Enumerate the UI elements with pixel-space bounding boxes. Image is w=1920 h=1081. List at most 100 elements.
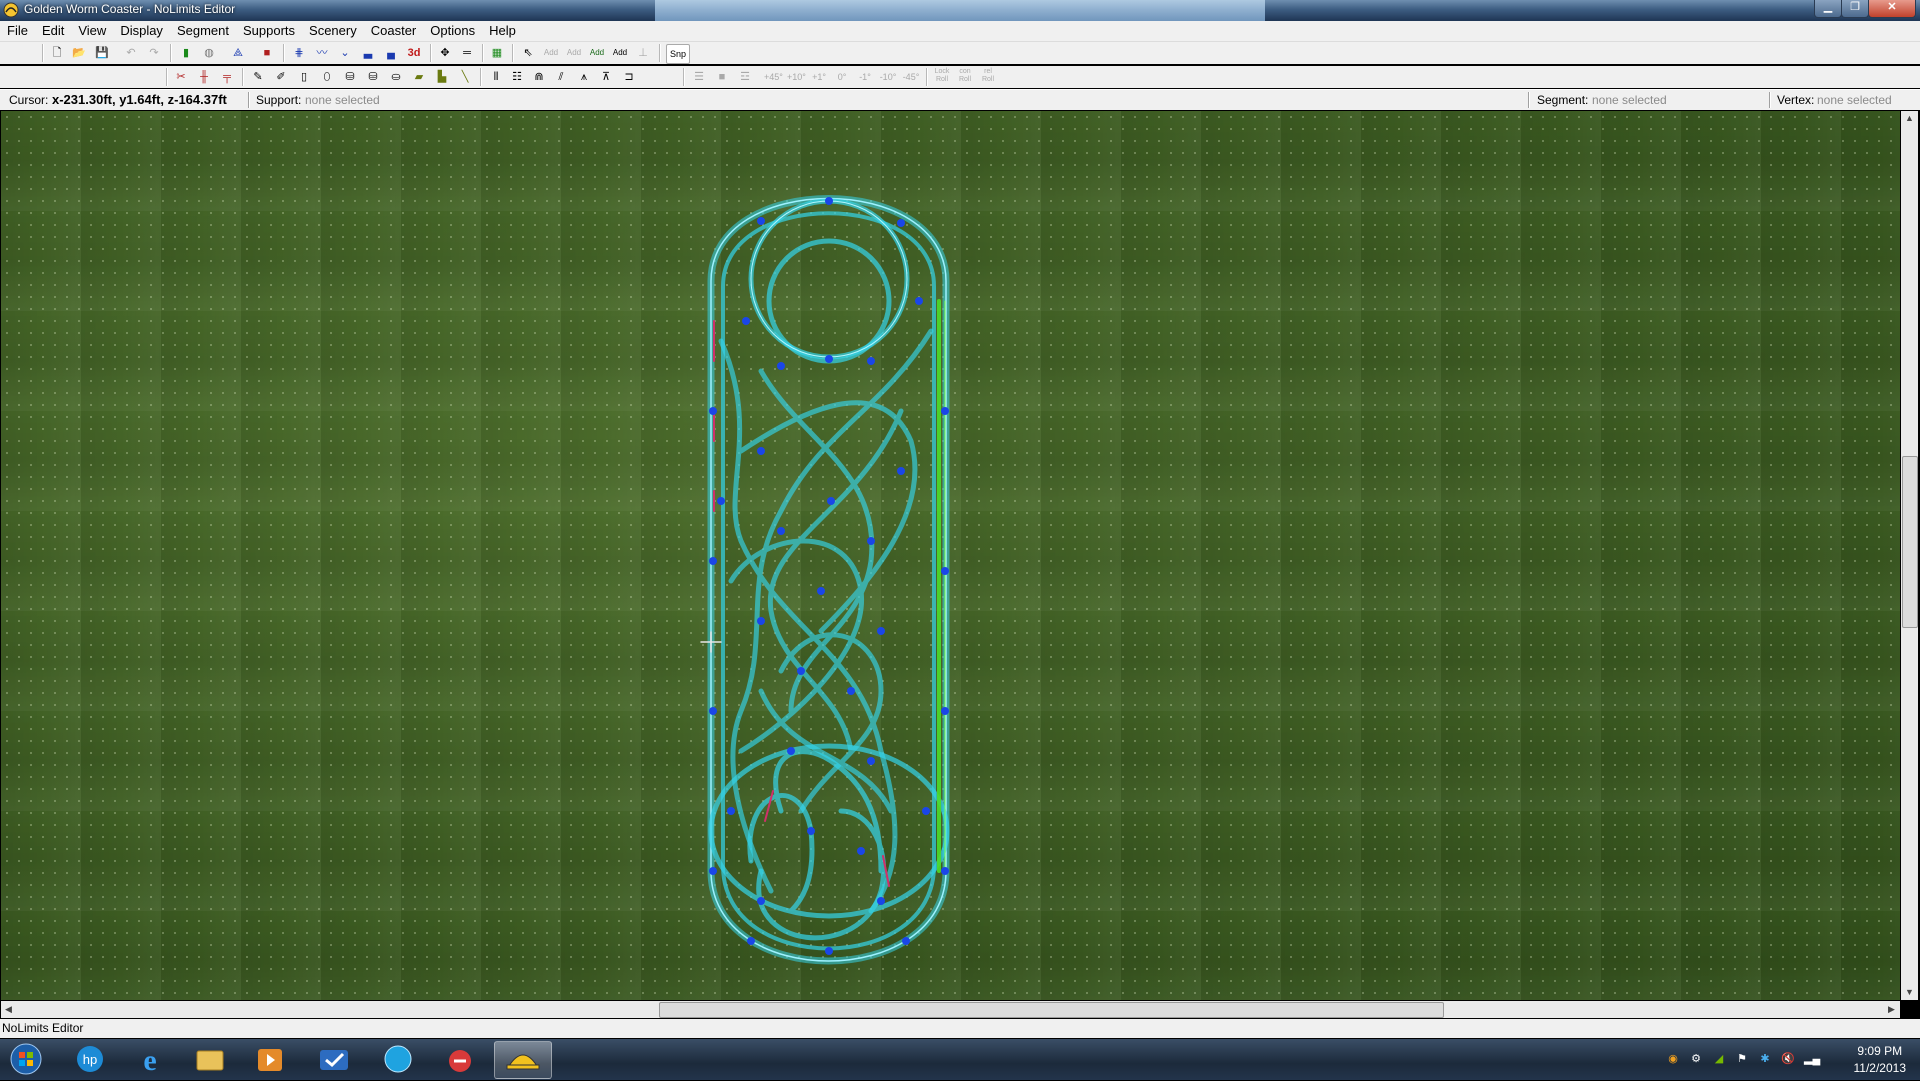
lean-icon[interactable]: ⫽: [552, 68, 570, 86]
horizontal-icon[interactable]: ═: [458, 44, 476, 62]
add-vertex-icon[interactable]: Add: [542, 44, 560, 62]
angle-minus1-button[interactable]: -1°: [856, 68, 874, 86]
block-icon[interactable]: ▙: [433, 68, 451, 86]
align-icon[interactable]: ☲: [736, 68, 754, 86]
menu-view[interactable]: View: [71, 21, 113, 41]
pen-multi-icon[interactable]: ✐: [272, 68, 290, 86]
redo-icon[interactable]: ↷: [145, 44, 163, 62]
scroll-left-icon[interactable]: ◀: [5, 1004, 12, 1015]
menu-file[interactable]: File: [0, 21, 35, 41]
join-icon[interactable]: ╤: [218, 68, 236, 86]
tray-app-icon[interactable]: ◉: [1666, 1052, 1680, 1066]
angle-zero-button[interactable]: 0°: [833, 68, 851, 86]
menu-supports[interactable]: Supports: [236, 21, 302, 41]
support-post-icon[interactable]: ▯: [295, 68, 313, 86]
angle-minus45-button[interactable]: -45°: [902, 68, 920, 86]
track-outer-loop[interactable]: [707, 195, 950, 965]
open-file-icon[interactable]: 📂: [70, 44, 88, 62]
square-icon[interactable]: ■: [713, 68, 731, 86]
taskbar-globe-app[interactable]: [370, 1041, 426, 1077]
bridge-icon[interactable]: ⩚: [575, 68, 593, 86]
car-icon[interactable]: ▄: [382, 44, 400, 62]
scroll-up-icon[interactable]: ▲: [1905, 113, 1914, 123]
close-button[interactable]: ✕: [1868, 0, 1916, 18]
taskbar-hp-app[interactable]: hp: [62, 1041, 118, 1077]
ladder-icon[interactable]: ☷: [508, 68, 526, 86]
taskbar-red-app[interactable]: [432, 1041, 488, 1077]
taskbar-checklist-app[interactable]: [306, 1041, 362, 1077]
menu-display[interactable]: Display: [113, 21, 170, 41]
horizontal-scrollbar[interactable]: ◀ ▶: [1, 1001, 1900, 1018]
taskbar-internet-explorer[interactable]: e: [122, 1041, 178, 1077]
arch-icon[interactable]: ⋒: [530, 68, 548, 86]
taskbar-nolimits-editor[interactable]: [494, 1041, 552, 1079]
view-3d-icon[interactable]: 3d: [405, 44, 423, 62]
menu-options[interactable]: Options: [423, 21, 482, 41]
pointer-icon[interactable]: ⇖: [519, 44, 537, 62]
track-vertex-nodes[interactable]: [709, 197, 949, 955]
stand-icon[interactable]: ⊼: [597, 68, 615, 86]
vertical-scroll-thumb[interactable]: [1902, 456, 1918, 628]
start-button[interactable]: [0, 1041, 52, 1077]
menu-scenery[interactable]: Scenery: [302, 21, 364, 41]
tray-nvidia-icon[interactable]: ◢: [1712, 1052, 1726, 1066]
grid-icon[interactable]: ▦: [488, 44, 506, 62]
track-top-circles[interactable]: [748, 198, 910, 364]
beam-icon[interactable]: ╲: [456, 68, 474, 86]
taskbar-file-explorer[interactable]: [182, 1041, 238, 1077]
save-file-icon[interactable]: 💾: [93, 44, 111, 62]
new-file-icon[interactable]: 🗋: [48, 44, 66, 62]
station-icon[interactable]: ▮: [177, 44, 195, 62]
track-dip-icon[interactable]: ⌄: [336, 44, 354, 62]
editor-viewport[interactable]: [1, 111, 1900, 1000]
terrain-icon[interactable]: ◍: [200, 44, 218, 62]
menu-segment[interactable]: Segment: [170, 21, 236, 41]
undo-icon[interactable]: ↶: [122, 44, 140, 62]
clock[interactable]: 9:09 PM 11/2/2013: [1854, 1043, 1907, 1077]
angle-minus10-button[interactable]: -10°: [879, 68, 897, 86]
action-center-flag-icon[interactable]: ⚑: [1735, 1052, 1749, 1066]
snap-toggle[interactable]: Snp: [666, 44, 690, 64]
menu-coaster[interactable]: Coaster: [364, 21, 424, 41]
vertical-scrollbar[interactable]: ▲ ▼: [1901, 111, 1918, 1000]
scroll-down-icon[interactable]: ▼: [1905, 987, 1914, 997]
con-roll-button[interactable]: con Roll: [955, 68, 975, 86]
disc-icon[interactable]: ⛀: [387, 68, 405, 86]
rel-roll-button[interactable]: rel Roll: [978, 68, 998, 86]
pen-icon[interactable]: ✎: [249, 68, 267, 86]
tray-steam-icon[interactable]: ⚙: [1689, 1052, 1703, 1066]
plank-icon[interactable]: ▰: [410, 68, 428, 86]
track-grid-icon[interactable]: ⋕: [290, 44, 308, 62]
horizontal-scroll-thumb[interactable]: [659, 1002, 1444, 1018]
scroll-right-icon[interactable]: ▶: [1888, 1004, 1895, 1015]
support-tube-icon[interactable]: ⬯: [318, 68, 336, 86]
angle-plus1-button[interactable]: +1°: [810, 68, 828, 86]
volume-muted-icon[interactable]: 🔇: [1781, 1052, 1795, 1066]
mirror-icon[interactable]: ⟁: [229, 44, 247, 62]
train-icon[interactable]: ▃: [359, 44, 377, 62]
cylinder-icon[interactable]: ⛁: [341, 68, 359, 86]
bracket-icon[interactable]: ⊐: [620, 68, 638, 86]
ground-icon[interactable]: ⊥: [634, 44, 652, 62]
add-footer-icon[interactable]: Add: [611, 44, 629, 62]
menu-help[interactable]: Help: [482, 21, 523, 41]
menu-edit[interactable]: Edit: [35, 21, 71, 41]
maximize-button[interactable]: ❐: [1841, 0, 1869, 18]
delete-segment-icon[interactable]: ✂: [172, 68, 190, 86]
move-cross-icon[interactable]: ✥: [436, 44, 454, 62]
add-segment-icon[interactable]: Add: [565, 44, 583, 62]
add-support-icon[interactable]: Add: [588, 44, 606, 62]
track-wave-icon[interactable]: 〰: [313, 44, 331, 62]
split-icon[interactable]: ╫: [195, 68, 213, 86]
pillar-icon[interactable]: ⫴: [487, 68, 505, 86]
lock-roll-button[interactable]: Lock Roll: [932, 68, 952, 86]
cylinder-wide-icon[interactable]: ⛁: [364, 68, 382, 86]
taskbar-media-player[interactable]: [242, 1041, 298, 1077]
angle-plus10-button[interactable]: +10°: [787, 68, 806, 86]
angle-plus45-button[interactable]: +45°: [764, 68, 783, 86]
minimize-button[interactable]: ▁: [1814, 0, 1842, 18]
network-signal-icon[interactable]: ▂▄: [1804, 1052, 1820, 1066]
tray-bluetooth-icon[interactable]: ✱: [1758, 1052, 1772, 1066]
list-icon[interactable]: ☰: [690, 68, 708, 86]
coaster-track-plan[interactable]: [1, 111, 1900, 1000]
